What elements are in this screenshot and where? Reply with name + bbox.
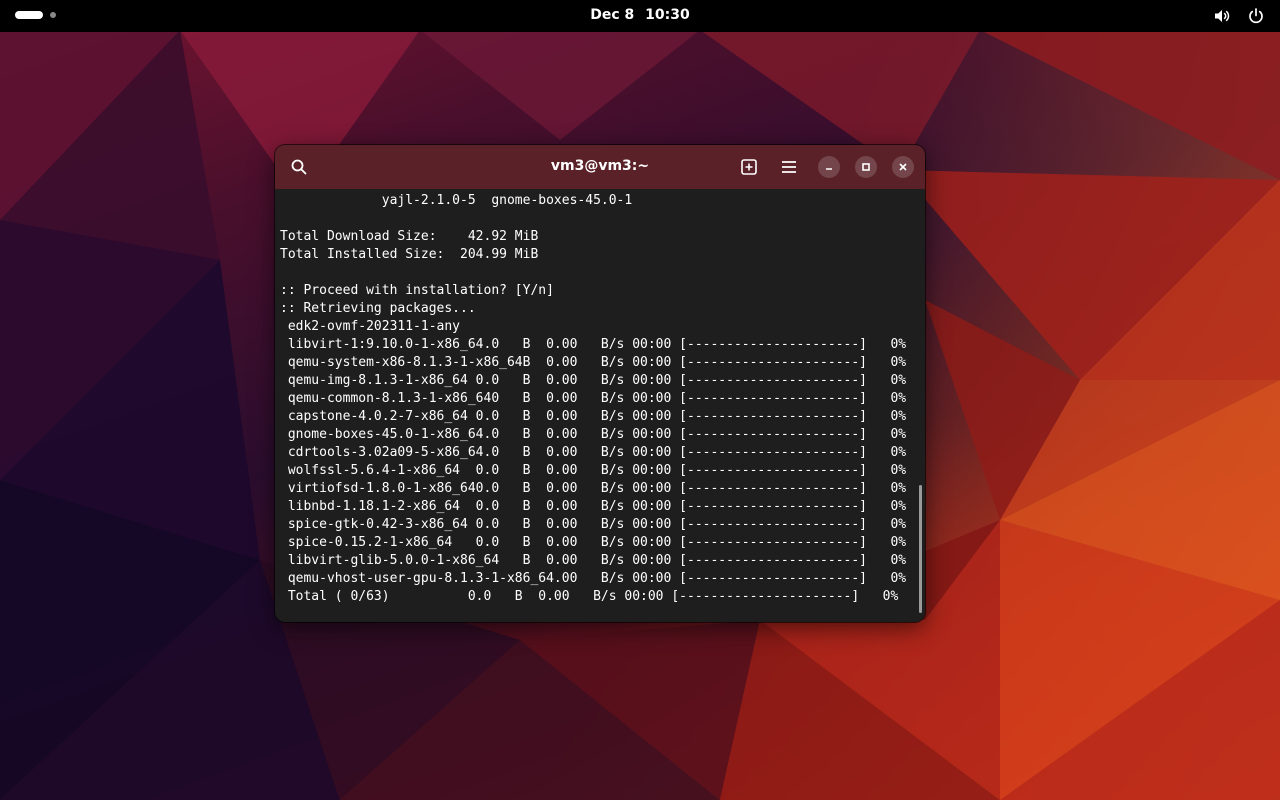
window-headerbar[interactable]: vm3@vm3:~ [275, 145, 925, 189]
hamburger-menu-icon [782, 161, 796, 173]
minimize-button[interactable] [818, 156, 840, 178]
terminal-output[interactable]: yajl-2.1.0-5 gnome-boxes-45.0-1 Total Dow… [275, 189, 925, 622]
terminal-line: spice-gtk-0.42-3-x86_64 0.0 B 0.00 B/s 0… [280, 517, 907, 532]
close-icon [899, 163, 907, 171]
terminal-line: spice-0.15.2-1-x86_64 0.0 B 0.00 B/s 00:… [280, 535, 907, 550]
terminal-line: qemu-common-8.1.3-1-x86_640 B 0.00 B/s 0… [280, 391, 907, 406]
terminal-line: wolfssl-5.6.4-1-x86_64 0.0 B 0.00 B/s 00… [280, 463, 907, 478]
terminal-line: libvirt-1:9.10.0-1-x86_64.0 B 0.00 B/s 0… [280, 337, 907, 352]
terminal-line: Total Installed Size: 204.99 MiB [280, 247, 539, 262]
minimize-icon [826, 168, 832, 170]
terminal-line: :: Proceed with installation? [Y/n] [280, 283, 554, 298]
main-menu-button[interactable] [775, 153, 803, 181]
system-tray[interactable] [1212, 6, 1266, 26]
clock-time: 10:30 [645, 7, 690, 23]
clock[interactable]: Dec 8 10:30 [0, 7, 1280, 23]
terminal-line: Total Download Size: 42.92 MiB [280, 229, 539, 244]
new-tab-button[interactable] [735, 153, 763, 181]
terminal-line: Total ( 0/63) 0.0 B 0.00 B/s 00:00 [----… [280, 589, 899, 604]
close-button[interactable] [892, 156, 914, 178]
terminal-line: gnome-boxes-45.0-1-x86_64.0 B 0.00 B/s 0… [280, 427, 907, 442]
terminal-line: qemu-system-x86-8.1.3-1-x86_64B 0.00 B/s… [280, 355, 907, 370]
top-bar: Dec 8 10:30 [0, 0, 1280, 32]
terminal-line: :: Retrieving packages... [280, 301, 476, 316]
power-icon[interactable] [1246, 6, 1266, 26]
terminal-line: cdrtools-3.02a09-5-x86_64.0 B 0.00 B/s 0… [280, 445, 907, 460]
volume-icon[interactable] [1212, 6, 1232, 26]
terminal-line: yajl-2.1.0-5 gnome-boxes-45.0-1 [280, 193, 633, 208]
new-tab-icon [741, 159, 757, 175]
maximize-icon [862, 163, 870, 171]
terminal-line: libvirt-glib-5.0.0-1-x86_64 B 0.00 B/s 0… [280, 553, 907, 568]
terminal-line: edk2-ovmf-202311-1-any [280, 319, 461, 334]
terminal-line: qemu-img-8.1.3-1-x86_64 0.0 B 0.00 B/s 0… [280, 373, 907, 388]
terminal-scrollbar[interactable] [919, 485, 922, 613]
terminal-window[interactable]: vm3@vm3:~ yajl-2.1.0-5 gnome-boxes-45.0-… [275, 145, 925, 622]
maximize-button[interactable] [855, 156, 877, 178]
terminal-line: virtiofsd-1.8.0-1-x86_640.0 B 0.00 B/s 0… [280, 481, 907, 496]
terminal-line: libnbd-1.18.1-2-x86_64 0.0 B 0.00 B/s 00… [280, 499, 907, 514]
terminal-line: qemu-vhost-user-gpu-8.1.3-1-x86_64.00 B/… [280, 571, 907, 586]
clock-date: Dec 8 [590, 7, 635, 23]
terminal-line: capstone-4.0.2-7-x86_64 0.0 B 0.00 B/s 0… [280, 409, 907, 424]
